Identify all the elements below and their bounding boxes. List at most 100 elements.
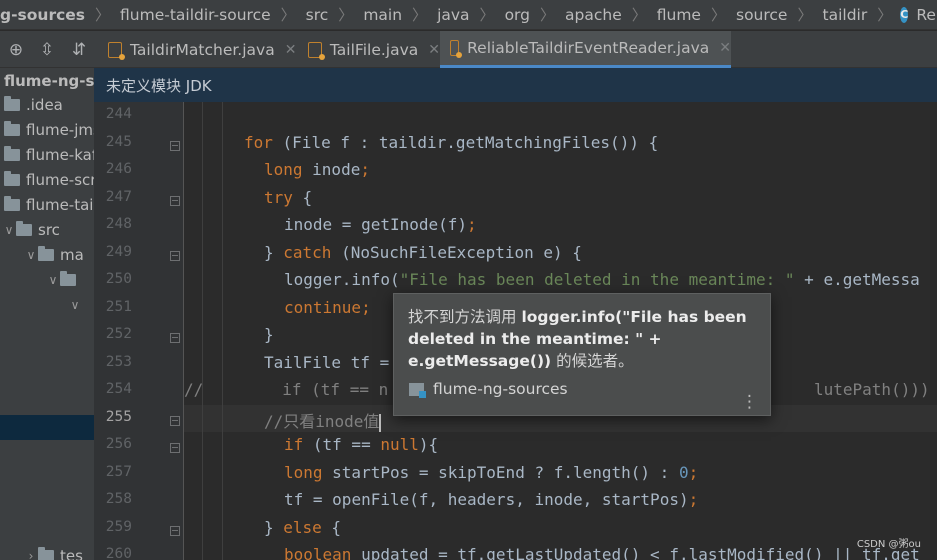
close-icon[interactable]: ✕: [719, 40, 731, 56]
folder-icon: [60, 270, 76, 286]
line-number: 244: [105, 106, 132, 122]
tree-item-label: src: [38, 220, 60, 239]
line-number: 257: [105, 464, 132, 480]
tab-taildir-matcher[interactable]: TaildirMatcher.java ✕: [98, 31, 298, 68]
text-caret: [379, 413, 382, 432]
chevron-right-icon: 〉: [797, 6, 813, 24]
code-line-258: tf = openFile(f, headers, inode, startPo…: [284, 490, 699, 509]
expand-all-icon[interactable]: ⇳: [37, 40, 57, 60]
chevron-down-icon[interactable]: ∨: [68, 298, 82, 312]
folder-icon: [38, 245, 54, 261]
editor-tab-bar: ⊕ ⇳ ⇵ TaildirMatcher.java ✕ TailFile.jav…: [0, 31, 937, 68]
notice-text: 未定义模块 JDK: [106, 76, 212, 95]
more-options-icon[interactable]: ⋮: [741, 394, 758, 411]
code-line-256: if (tf == null){: [284, 435, 439, 454]
tree-item-flume-kafka[interactable]: flume-kaf: [0, 142, 94, 167]
breadcrumb-item[interactable]: g-sources: [0, 6, 87, 24]
chevron-down-icon[interactable]: ∨: [24, 248, 38, 262]
code-line-249: } catch (NoSuchFileException e) {: [264, 243, 582, 262]
chevron-right-icon: 〉: [338, 6, 354, 24]
tab-tail-file[interactable]: TailFile.java ✕: [298, 31, 440, 68]
tree-item-flume-taildir[interactable]: flume-tail: [0, 192, 94, 217]
fold-marker-icon[interactable]: [170, 251, 180, 261]
code-line-246: long inode;: [264, 160, 370, 179]
breadcrumb-item[interactable]: source: [734, 6, 789, 24]
tree-item-idea[interactable]: .idea: [0, 92, 94, 117]
tree-item-java[interactable]: ∨: [0, 267, 94, 292]
tab-reliable-taildir-event-reader[interactable]: ReliableTaildirEventReader.java ✕: [440, 31, 731, 68]
fold-marker-icon[interactable]: [170, 443, 180, 453]
java-file-icon: [308, 41, 325, 60]
fold-marker-icon[interactable]: [170, 416, 180, 426]
tree-item-label: ma: [60, 245, 84, 264]
line-number: 248: [105, 216, 132, 232]
indent-guide: [222, 102, 223, 560]
folder-icon: [16, 220, 32, 236]
code-line-251: continue;: [284, 298, 371, 317]
breadcrumb-item[interactable]: java: [435, 6, 471, 24]
chevron-right-icon: 〉: [412, 6, 428, 24]
tree-item-main[interactable]: ∨ ma: [0, 242, 94, 267]
chevron-right-icon: 〉: [877, 6, 893, 24]
collapse-all-icon[interactable]: ⇵: [69, 40, 89, 60]
java-file-icon: [450, 40, 463, 58]
code-line-248: inode = getInode(f);: [284, 215, 477, 234]
code-line-255: //只看inode值: [264, 412, 382, 432]
tree-item-test[interactable]: › tes: [0, 543, 94, 560]
tree-item-package[interactable]: ∨: [0, 292, 94, 317]
tree-root-label: flume-ng-so: [4, 71, 94, 90]
folder-icon: [4, 95, 20, 111]
breadcrumb-item[interactable]: taildir: [821, 6, 870, 24]
tree-item-label: flume-tail: [26, 195, 94, 214]
chevron-down-icon[interactable]: ∨: [46, 273, 60, 287]
line-number: 245: [105, 134, 132, 150]
fold-marker-icon[interactable]: [170, 526, 180, 536]
folder-icon: [4, 120, 20, 136]
code-line-257: long startPos = skipToEnd ? f.length() :…: [284, 463, 699, 482]
line-number: 247: [105, 189, 132, 205]
tree-item-label: .idea: [26, 95, 63, 114]
breadcrumb-item[interactable]: main: [361, 6, 404, 24]
close-icon[interactable]: ✕: [428, 42, 440, 58]
line-number: 255: [105, 409, 132, 425]
breadcrumb: g-sources 〉 flume-taildir-source 〉 src 〉 ma…: [0, 0, 937, 30]
indent-guide: [202, 102, 203, 560]
folder-icon: [4, 170, 20, 186]
module-jdk-notice[interactable]: 未定义模块 JDK: [94, 68, 937, 102]
chevron-right-icon: 〉: [280, 6, 296, 24]
fold-marker-icon[interactable]: [170, 196, 180, 206]
tooltip-module[interactable]: flume-ng-sources: [409, 380, 568, 398]
line-number: 252: [105, 326, 132, 342]
tree-item-flume-jms[interactable]: flume-jms: [0, 117, 94, 142]
tree-item-label: flume-jms: [26, 120, 94, 139]
line-number: 256: [105, 436, 132, 452]
breadcrumb-item[interactable]: flume-taildir-source: [118, 6, 273, 24]
chevron-down-icon[interactable]: ∨: [2, 223, 16, 237]
code-line-247: try {: [264, 188, 313, 207]
code-line-252: }: [264, 325, 274, 344]
close-icon[interactable]: ✕: [285, 42, 297, 58]
chevron-right-icon: 〉: [540, 6, 556, 24]
line-number: 260: [105, 546, 132, 560]
code-line-245: for (File f : taildir.getMatchingFiles()…: [244, 133, 659, 152]
unresolved-method-tooltip: 找不到方法调用 logger.info("File has been delet…: [393, 293, 771, 416]
fold-marker-icon[interactable]: [170, 333, 180, 343]
code-line-254: //if (tf == n: [184, 380, 389, 399]
chevron-right-icon: 〉: [95, 6, 111, 24]
tree-root[interactable]: flume-ng-so: [0, 68, 94, 93]
breadcrumb-item[interactable]: ReliableTaildirEventReader: [914, 6, 937, 24]
line-number: 251: [105, 299, 132, 315]
breadcrumb-item[interactable]: org: [503, 6, 532, 24]
breadcrumb-item[interactable]: src: [304, 6, 331, 24]
tab-label: TailFile.java: [329, 40, 419, 59]
watermark: CSDN @粥ou: [856, 539, 921, 550]
breadcrumb-item[interactable]: flume: [655, 6, 703, 24]
tree-item-src[interactable]: ∨ src: [0, 217, 94, 242]
crosshair-icon[interactable]: ⊕: [6, 40, 26, 60]
tree-item-flume-scribe[interactable]: flume-scr: [0, 167, 94, 192]
tree-item-label: flume-kaf: [26, 145, 94, 164]
line-number: 259: [105, 519, 132, 535]
fold-marker-icon[interactable]: [170, 141, 180, 151]
breadcrumb-item[interactable]: apache: [563, 6, 624, 24]
chevron-right-icon[interactable]: ›: [24, 549, 38, 560]
